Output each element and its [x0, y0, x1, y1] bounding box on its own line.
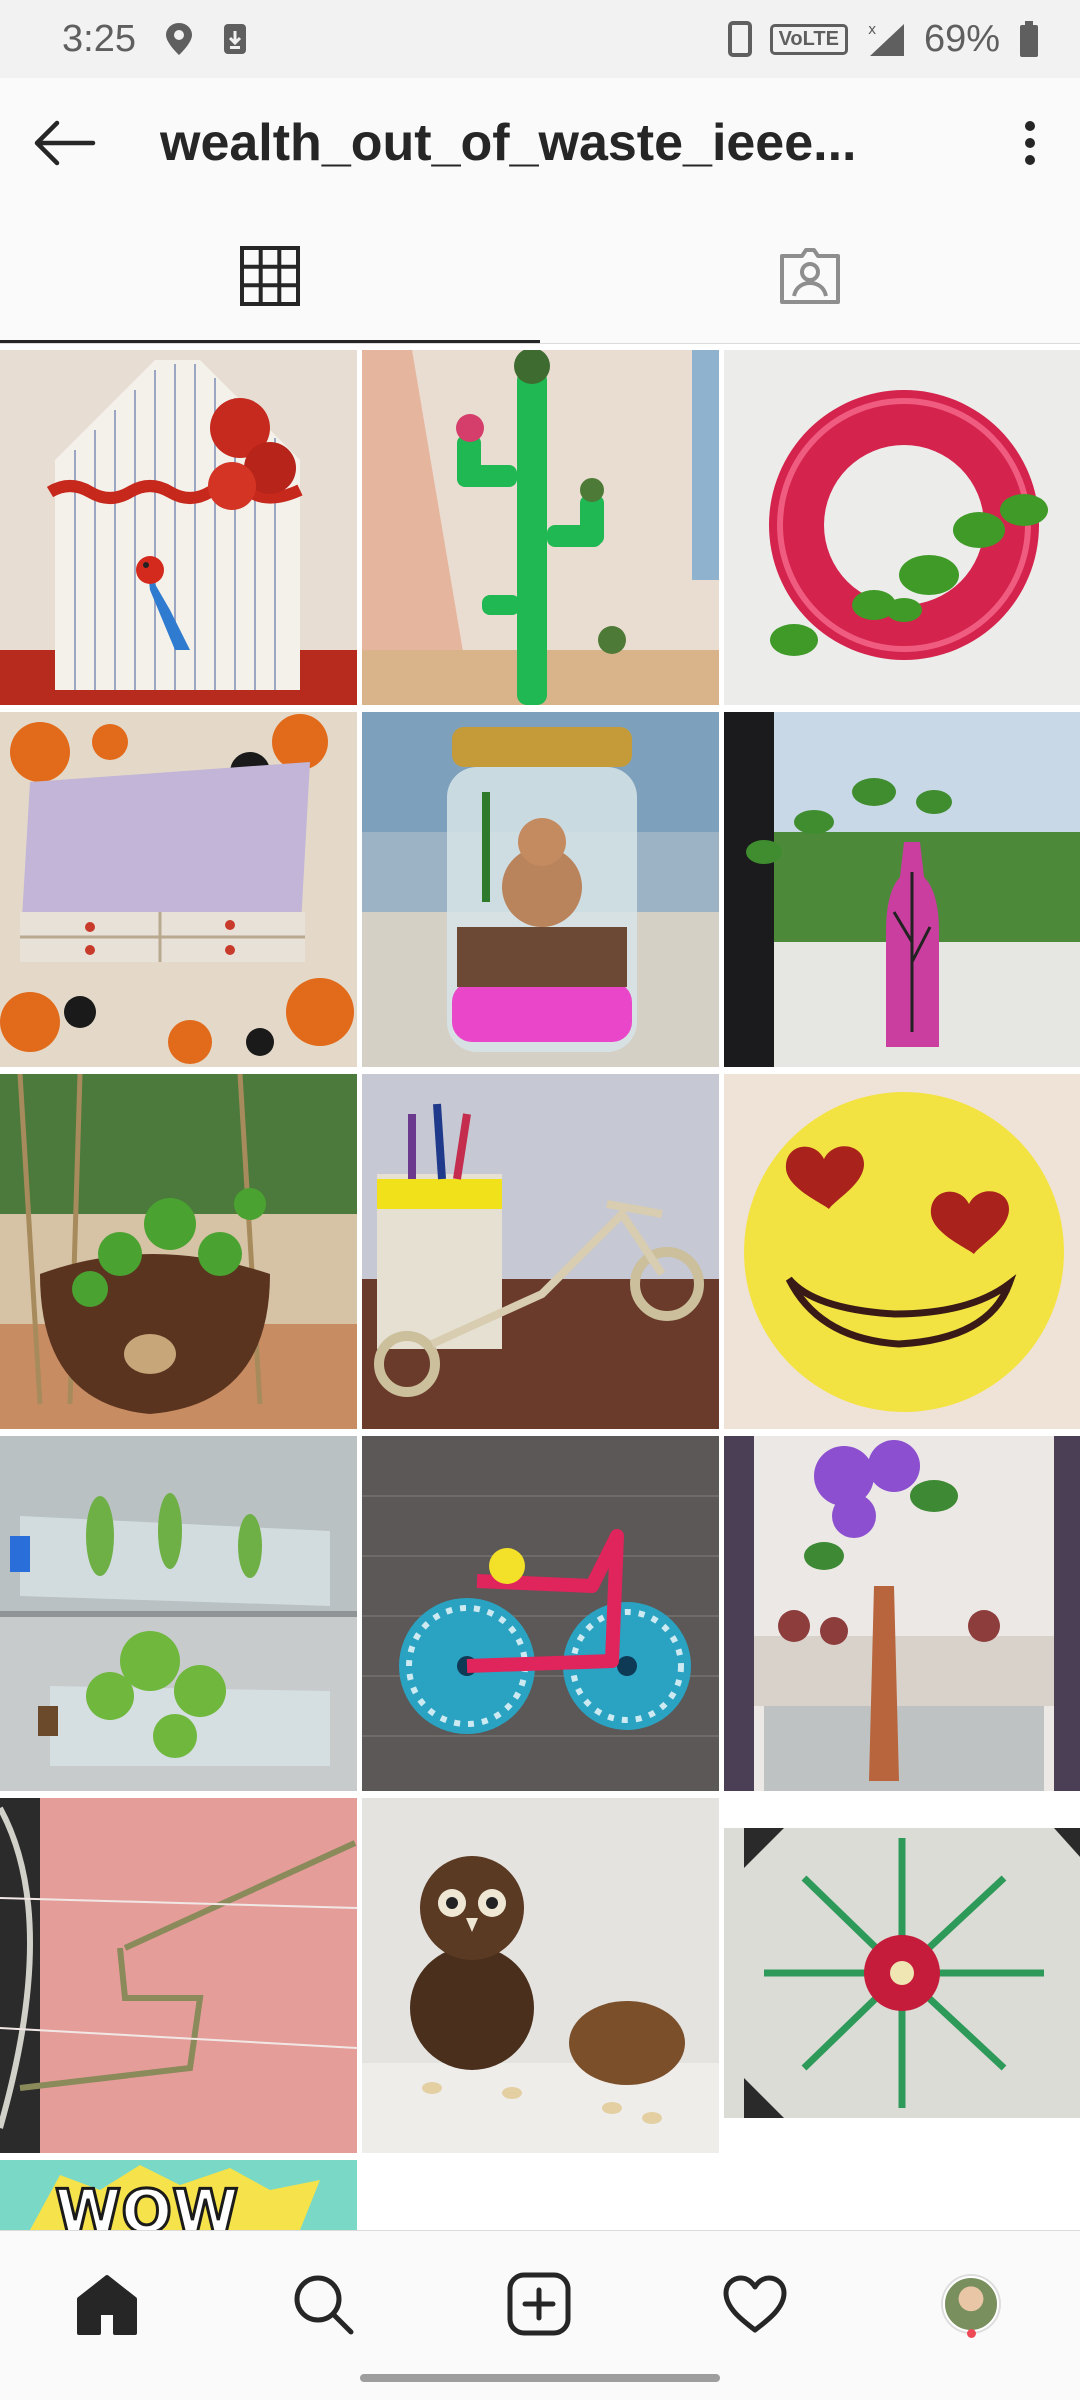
home-indicator[interactable] — [360, 2374, 720, 2382]
post-thumbnail[interactable] — [724, 1436, 1080, 1791]
download-icon — [223, 24, 246, 54]
post-thumbnail[interactable] — [724, 1798, 1080, 2153]
post-thumbnail[interactable] — [724, 350, 1080, 705]
post-thumbnail[interactable] — [724, 712, 1080, 1067]
nav-activity-button[interactable] — [710, 2259, 800, 2349]
wow-comic-image: WOW — [0, 2160, 357, 2230]
paper-wheel-bicycle-image — [362, 1436, 719, 1791]
jar-terrarium-image — [362, 712, 719, 1067]
more-vertical-icon — [1025, 121, 1035, 165]
profile-avatar — [943, 2276, 999, 2332]
post-thumbnail[interactable] — [0, 1436, 357, 1791]
post-thumbnail[interactable] — [362, 1074, 719, 1429]
arrow-left-icon — [34, 120, 96, 166]
wow-text: WOW — [55, 2177, 238, 2230]
post-thumbnail[interactable] — [362, 712, 719, 1067]
status-time: 3:25 — [62, 17, 136, 60]
post-thumbnail[interactable] — [724, 1074, 1080, 1429]
svg-text:x: x — [868, 22, 876, 38]
tyre-planter-image — [724, 350, 1080, 705]
wire-art-image — [0, 1798, 357, 2153]
post-thumbnail[interactable] — [362, 350, 719, 705]
book-art-image — [0, 350, 357, 705]
home-icon — [77, 2275, 137, 2335]
location-icon — [165, 23, 192, 55]
post-thumbnail[interactable] — [0, 1798, 357, 2153]
nav-new-post-button[interactable] — [494, 2259, 584, 2349]
nav-profile-button[interactable] — [926, 2259, 1016, 2349]
painted-bottle-image — [724, 712, 1080, 1067]
post-thumbnail[interactable] — [0, 350, 357, 705]
bottle-vase-flowers-image — [724, 1436, 1080, 1791]
cactus-planter-image — [362, 350, 719, 705]
add-post-icon — [507, 2272, 571, 2336]
battery-icon — [1020, 21, 1038, 57]
nav-search-button[interactable] — [278, 2259, 368, 2349]
post-thumbnail[interactable]: WOW — [0, 2160, 357, 2230]
profile-tabs — [0, 208, 1080, 344]
heart-icon — [723, 2275, 787, 2333]
volte-badge: VoLTE — [769, 23, 848, 55]
post-thumbnail[interactable] — [0, 712, 357, 1067]
post-thumbnail[interactable] — [362, 1798, 719, 2153]
page-title: wealth_out_of_waste_ieee... — [160, 114, 857, 172]
coconut-planter-image — [0, 1074, 357, 1429]
bottle-planters-image — [0, 1436, 357, 1791]
paper-bicycle-image — [362, 1074, 719, 1429]
phone-icon — [727, 21, 752, 57]
grid-icon — [240, 246, 300, 306]
tab-grid[interactable] — [0, 208, 540, 344]
more-options-button[interactable] — [980, 78, 1080, 208]
tagged-person-icon — [780, 248, 840, 304]
profile-header: wealth_out_of_waste_ieee... — [0, 78, 1080, 208]
tabs-divider — [0, 343, 1080, 344]
matchbox-organizer-image — [0, 712, 357, 1067]
bottle-flower-decor-image — [724, 1798, 1080, 2153]
nav-home-button[interactable] — [62, 2259, 152, 2349]
tab-tagged[interactable] — [540, 208, 1080, 344]
status-bar: 3:25 VoLTE x 69% — [0, 0, 1080, 78]
post-thumbnail[interactable] — [0, 1074, 357, 1429]
notification-dot — [967, 2329, 976, 2338]
post-thumbnail[interactable] — [362, 1436, 719, 1791]
yarn-emoji-image — [724, 1074, 1080, 1429]
signal-icon: x — [868, 22, 904, 56]
coconut-owl-image — [362, 1798, 719, 2153]
battery-percent: 69% — [923, 17, 1000, 60]
search-icon — [294, 2275, 354, 2335]
back-button[interactable] — [4, 78, 124, 208]
